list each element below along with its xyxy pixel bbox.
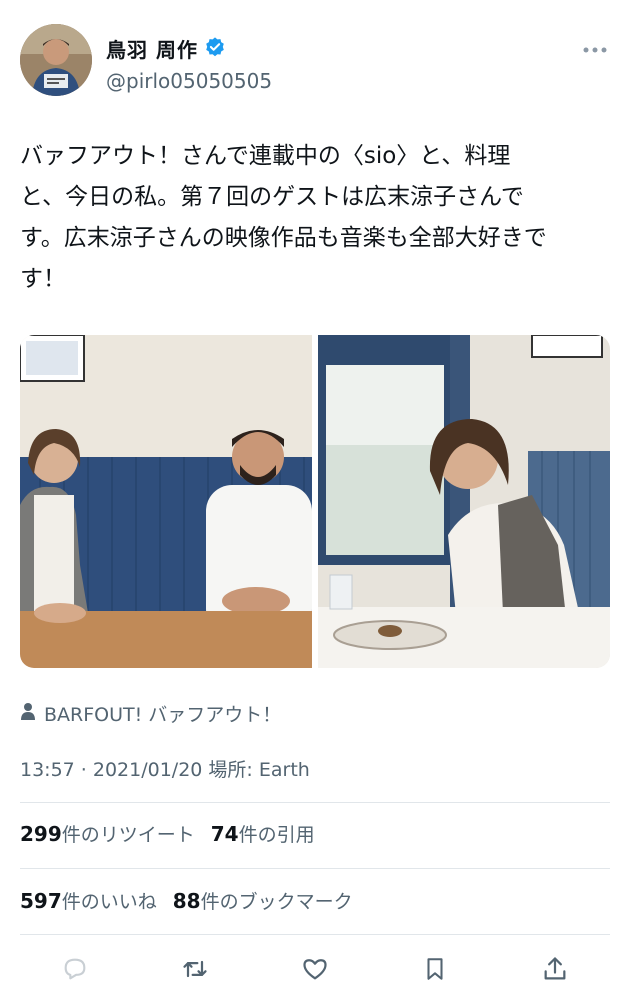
stats-row-likes: 597件のいいね 88件のブックマーク	[20, 887, 353, 914]
via-label[interactable]: BARFOUT! バァフアウト！	[44, 700, 281, 727]
action-bar	[20, 948, 610, 990]
retweets-stat[interactable]: 299件のリツイート	[20, 820, 195, 847]
tweet-text: バァフアウト！さんで連載中の〈sio〉と、料理 と、今日の私。第７回のゲストは広…	[20, 143, 547, 292]
tweet-timestamp[interactable]: 13:57 · 2021/01/20 場所: Earth	[20, 755, 310, 782]
divider	[20, 868, 610, 869]
bookmarks-label: 件のブックマーク	[200, 891, 353, 913]
author-block: 鳥羽 周作 @pirlo05050505	[106, 34, 272, 93]
reply-icon[interactable]	[60, 954, 90, 984]
share-icon[interactable]	[540, 954, 570, 984]
like-icon[interactable]	[300, 954, 330, 984]
stats-row-reposts: 299件のリツイート 74件の引用	[20, 820, 315, 847]
verified-badge-icon	[204, 36, 226, 62]
likes-label: 件のいいね	[61, 891, 157, 913]
author-handle[interactable]: @pirlo05050505	[106, 69, 272, 93]
retweets-label: 件のリツイート	[61, 824, 195, 846]
person-icon	[20, 702, 36, 725]
likes-stat[interactable]: 597件のいいね	[20, 887, 157, 914]
author-name[interactable]: 鳥羽 周作	[106, 34, 198, 63]
quotes-stat[interactable]: 74件の引用	[211, 820, 315, 847]
bookmarks-count: 88	[172, 889, 201, 913]
more-options-icon[interactable]	[582, 40, 608, 53]
retweet-icon[interactable]	[180, 954, 210, 984]
retweets-count: 299	[20, 822, 62, 846]
divider	[20, 802, 610, 803]
bookmark-icon[interactable]	[420, 954, 450, 984]
likes-count: 597	[20, 889, 62, 913]
quotes-label: 件の引用	[238, 824, 315, 846]
photo-woman-eating[interactable]	[318, 335, 610, 668]
avatar[interactable]	[20, 24, 92, 96]
divider	[20, 934, 610, 935]
via-row[interactable]: BARFOUT! バァフアウト！	[20, 700, 281, 727]
bookmarks-stat[interactable]: 88件のブックマーク	[173, 887, 353, 914]
tweet-header: 鳥羽 周作 @pirlo05050505	[20, 24, 610, 104]
photo-two-people-at-table[interactable]	[20, 335, 312, 668]
quotes-count: 74	[210, 822, 239, 846]
tweet-media[interactable]	[20, 335, 610, 668]
